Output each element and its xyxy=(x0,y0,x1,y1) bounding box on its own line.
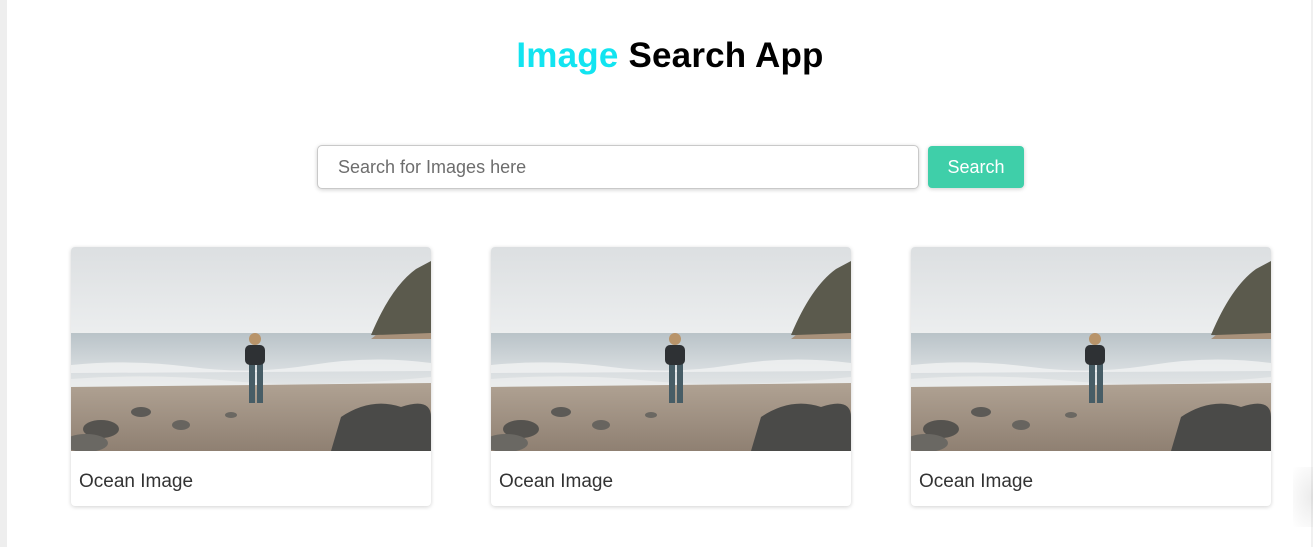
image-search-page: Image Search App Search for Images here … xyxy=(0,0,1313,547)
image-card[interactable]: Ocean Image xyxy=(71,247,431,506)
card-caption: Ocean Image xyxy=(79,471,194,492)
left-border xyxy=(0,0,7,547)
card-caption: Ocean Image xyxy=(499,471,614,492)
search-button[interactable]: Search xyxy=(928,146,1024,188)
corner-shadow xyxy=(1293,467,1313,527)
card-caption: Ocean Image xyxy=(919,471,1034,492)
image-card[interactable]: Ocean Image xyxy=(491,247,851,506)
image-card[interactable]: Ocean Image xyxy=(911,247,1271,506)
title-accent-word: Image xyxy=(516,36,619,75)
result-image xyxy=(71,247,431,451)
search-input[interactable] xyxy=(317,145,919,189)
page-title: Image Search App xyxy=(0,36,1313,76)
result-image xyxy=(491,247,851,451)
result-image xyxy=(911,247,1271,451)
search-bar: Search xyxy=(317,145,1024,189)
title-rest: Search App xyxy=(618,36,824,75)
